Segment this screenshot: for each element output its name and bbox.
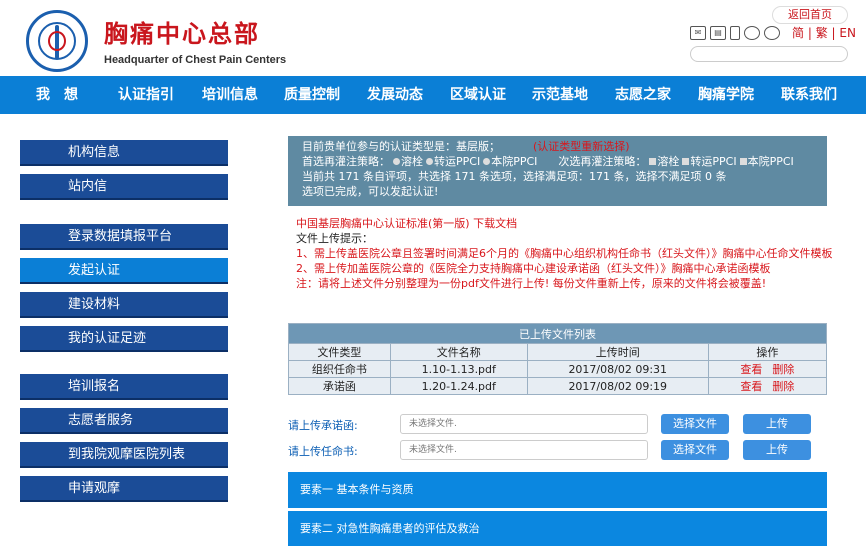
back-home-button[interactable]: 返回首页: [772, 6, 848, 24]
sidebar-item-start-certification[interactable]: 发起认证: [20, 258, 228, 284]
upload-label-promise: 请上传承诺函:: [288, 419, 358, 432]
sidebar-item-apply-visit[interactable]: 申请观摩: [20, 476, 228, 502]
lang-english[interactable]: EN: [839, 26, 856, 40]
actions: 查看 删除: [707, 377, 828, 395]
download-link[interactable]: 下载文档: [473, 217, 517, 230]
column-header: 文件类型: [288, 343, 391, 361]
snake-icon: [48, 31, 66, 51]
logo[interactable]: [26, 10, 88, 72]
lang-traditional[interactable]: 繁: [816, 26, 828, 40]
nav-item-guide[interactable]: 认证指引: [118, 76, 174, 114]
lang-simplified[interactable]: 简: [792, 26, 804, 40]
file-input-promise[interactable]: 未选择文件.: [400, 414, 648, 434]
checkbox-icon[interactable]: [739, 158, 747, 165]
column-header: 上传时间: [526, 343, 709, 361]
upload-time: 2017/08/02 09:19: [526, 377, 709, 395]
nav-item-demo-base[interactable]: 示范基地: [532, 76, 588, 114]
view-link[interactable]: 查看: [740, 363, 762, 376]
uploaded-files-table: 已上传文件列表 文件类型 文件名称 上传时间 操作 组织任命书 1.10-1.1…: [288, 323, 828, 395]
upload-button-appointment[interactable]: 上传: [743, 440, 811, 460]
table-row: 承诺函 1.20-1.24.pdf 2017/08/02 09:19 查看 删除: [288, 377, 828, 395]
delete-link[interactable]: 删除: [772, 363, 794, 376]
sidebar-item-inbox[interactable]: 站内信: [20, 174, 228, 200]
sidebar-item-data-platform[interactable]: 登录数据填报平台: [20, 224, 228, 250]
mail-icon[interactable]: ✉: [690, 26, 706, 40]
hint-line-1: 1、需上传盖医院公章且签署时间满足6个月的《胸痛中心组织机构任命书（红头文件）》…: [296, 247, 833, 260]
upload-note: 注：请将上述文件分别整理为一份pdf文件进行上传! 每份文件重新上传，原来的文件…: [296, 277, 767, 290]
nav-item-academy[interactable]: 胸痛学院: [698, 76, 754, 114]
sidebar-item-materials[interactable]: 建设材料: [20, 292, 228, 318]
sidebar-item-training-signup[interactable]: 培训报名: [20, 374, 228, 400]
radio-icon[interactable]: [393, 158, 400, 165]
table-row: 组织任命书 1.10-1.13.pdf 2017/08/02 09:31 查看删…: [288, 360, 828, 378]
element-panel-2[interactable]: 要素二 对急性胸痛患者的评估及救治: [288, 510, 827, 546]
column-header: 操作: [707, 343, 828, 361]
view-link[interactable]: 查看: [740, 380, 762, 393]
table-caption: 已上传文件列表: [288, 323, 827, 344]
standard-line: 中国基层胸痛中心认证标准(第一版) 下载文档: [296, 216, 833, 231]
hint-line-2: 2、需上传加盖医院公章的《医院全力支持胸痛中心建设承诺函（红头文件）》胸痛中心承…: [296, 262, 771, 275]
weibo-icon[interactable]: [744, 26, 760, 40]
upload-button-promise[interactable]: 上传: [743, 414, 811, 434]
file-type: 组织任命书: [288, 360, 391, 378]
search-input[interactable]: [690, 46, 848, 62]
upload-time: 2017/08/02 09:31: [526, 360, 709, 378]
share-icons: ✉ ▤: [690, 26, 780, 44]
checkbox-icon[interactable]: [649, 158, 657, 165]
checkbox-icon[interactable]: [682, 158, 690, 165]
nav-item-news[interactable]: 发展动态: [367, 76, 423, 114]
radio-icon[interactable]: [426, 158, 433, 165]
upload-label-appointment: 请上传任命书:: [288, 445, 358, 458]
status-line-count: 当前共 171 条自评项，共选择 171 条选项，选择满足项：171 条，选择不…: [302, 170, 727, 183]
upload-row-appointment: 请上传任命书: 未选择文件. 选择文件 上传: [288, 440, 828, 460]
sidebar-item-org-info[interactable]: 机构信息: [20, 140, 228, 166]
radio-icon[interactable]: [483, 158, 491, 165]
sidebar-item-visit-list[interactable]: 到我院观摩医院列表: [20, 442, 228, 468]
status-line-complete: 选项已完成，可以发起认证!: [302, 185, 439, 198]
table-header-row: 文件类型 文件名称 上传时间 操作: [288, 343, 828, 361]
status-line-strategy: 首选再灌注策略： 溶栓 转运PPCI 本院PPCI 次选再灌注策略： 溶栓 转运PPCI 本…: [302, 155, 794, 168]
nav-item-want[interactable]: 我 想: [36, 76, 78, 114]
sidebar-item-volunteer[interactable]: 志愿者服务: [20, 408, 228, 434]
standard-title: 中国基层胸痛中心认证标准(第一版): [296, 217, 470, 230]
mobile-icon[interactable]: [730, 26, 740, 40]
site-subtitle: Headquarter of Chest Pain Centers: [104, 54, 287, 66]
status-line-type: 目前贵单位参与的认证类型是：基层版； (认证类型重新选择): [302, 140, 630, 153]
nav-item-region[interactable]: 区域认证: [450, 76, 506, 114]
main-nav: 我 想 认证指引 培训信息 质量控制 发展动态 区域认证 示范基地 志愿之家 胸…: [0, 76, 866, 114]
hint-title: 文件上传提示：: [296, 232, 373, 245]
choose-file-button-promise[interactable]: 选择文件: [661, 414, 729, 434]
column-header: 文件名称: [389, 343, 528, 361]
nav-item-quality[interactable]: 质量控制: [284, 76, 340, 114]
nav-item-volunteer[interactable]: 志愿之家: [615, 76, 671, 114]
delete-link[interactable]: 删除: [772, 380, 794, 393]
site-title: 胸痛中心总部: [104, 20, 260, 48]
nav-item-contact[interactable]: 联系我们: [781, 76, 837, 114]
language-switcher: 简 | 繁 | EN: [792, 26, 856, 40]
reselect-type-link[interactable]: (认证类型重新选择): [533, 140, 630, 153]
message-icon[interactable]: ▤: [710, 26, 726, 40]
template-link-promise[interactable]: 胸痛中心承诺函模板: [672, 262, 771, 275]
file-type: 承诺函: [288, 377, 391, 395]
element-panel-1[interactable]: 要素一 基本条件与资质: [288, 472, 827, 508]
sidebar-item-footprint[interactable]: 我的认证足迹: [20, 326, 228, 352]
file-name: 1.10-1.13.pdf: [389, 360, 528, 378]
nav-item-training[interactable]: 培训信息: [202, 76, 258, 114]
header: 胸痛中心总部 Headquarter of Chest Pain Centers…: [0, 0, 866, 76]
file-name: 1.20-1.24.pdf: [389, 377, 528, 395]
file-input-appointment[interactable]: 未选择文件.: [400, 440, 648, 460]
upload-instructions: 中国基层胸痛中心认证标准(第一版) 下载文档 文件上传提示： 1、需上传盖医院公…: [296, 216, 833, 291]
choose-file-button-appointment[interactable]: 选择文件: [661, 440, 729, 460]
certification-status-panel: 目前贵单位参与的认证类型是：基层版； (认证类型重新选择) 首选再灌注策略： 溶栓…: [288, 136, 827, 206]
actions: 查看 删除: [707, 360, 828, 378]
template-link-appointment[interactable]: 胸痛中心任命文件模板: [723, 247, 833, 260]
upload-row-promise: 请上传承诺函: 未选择文件. 选择文件 上传: [288, 414, 828, 434]
wechat-icon[interactable]: [764, 26, 780, 40]
